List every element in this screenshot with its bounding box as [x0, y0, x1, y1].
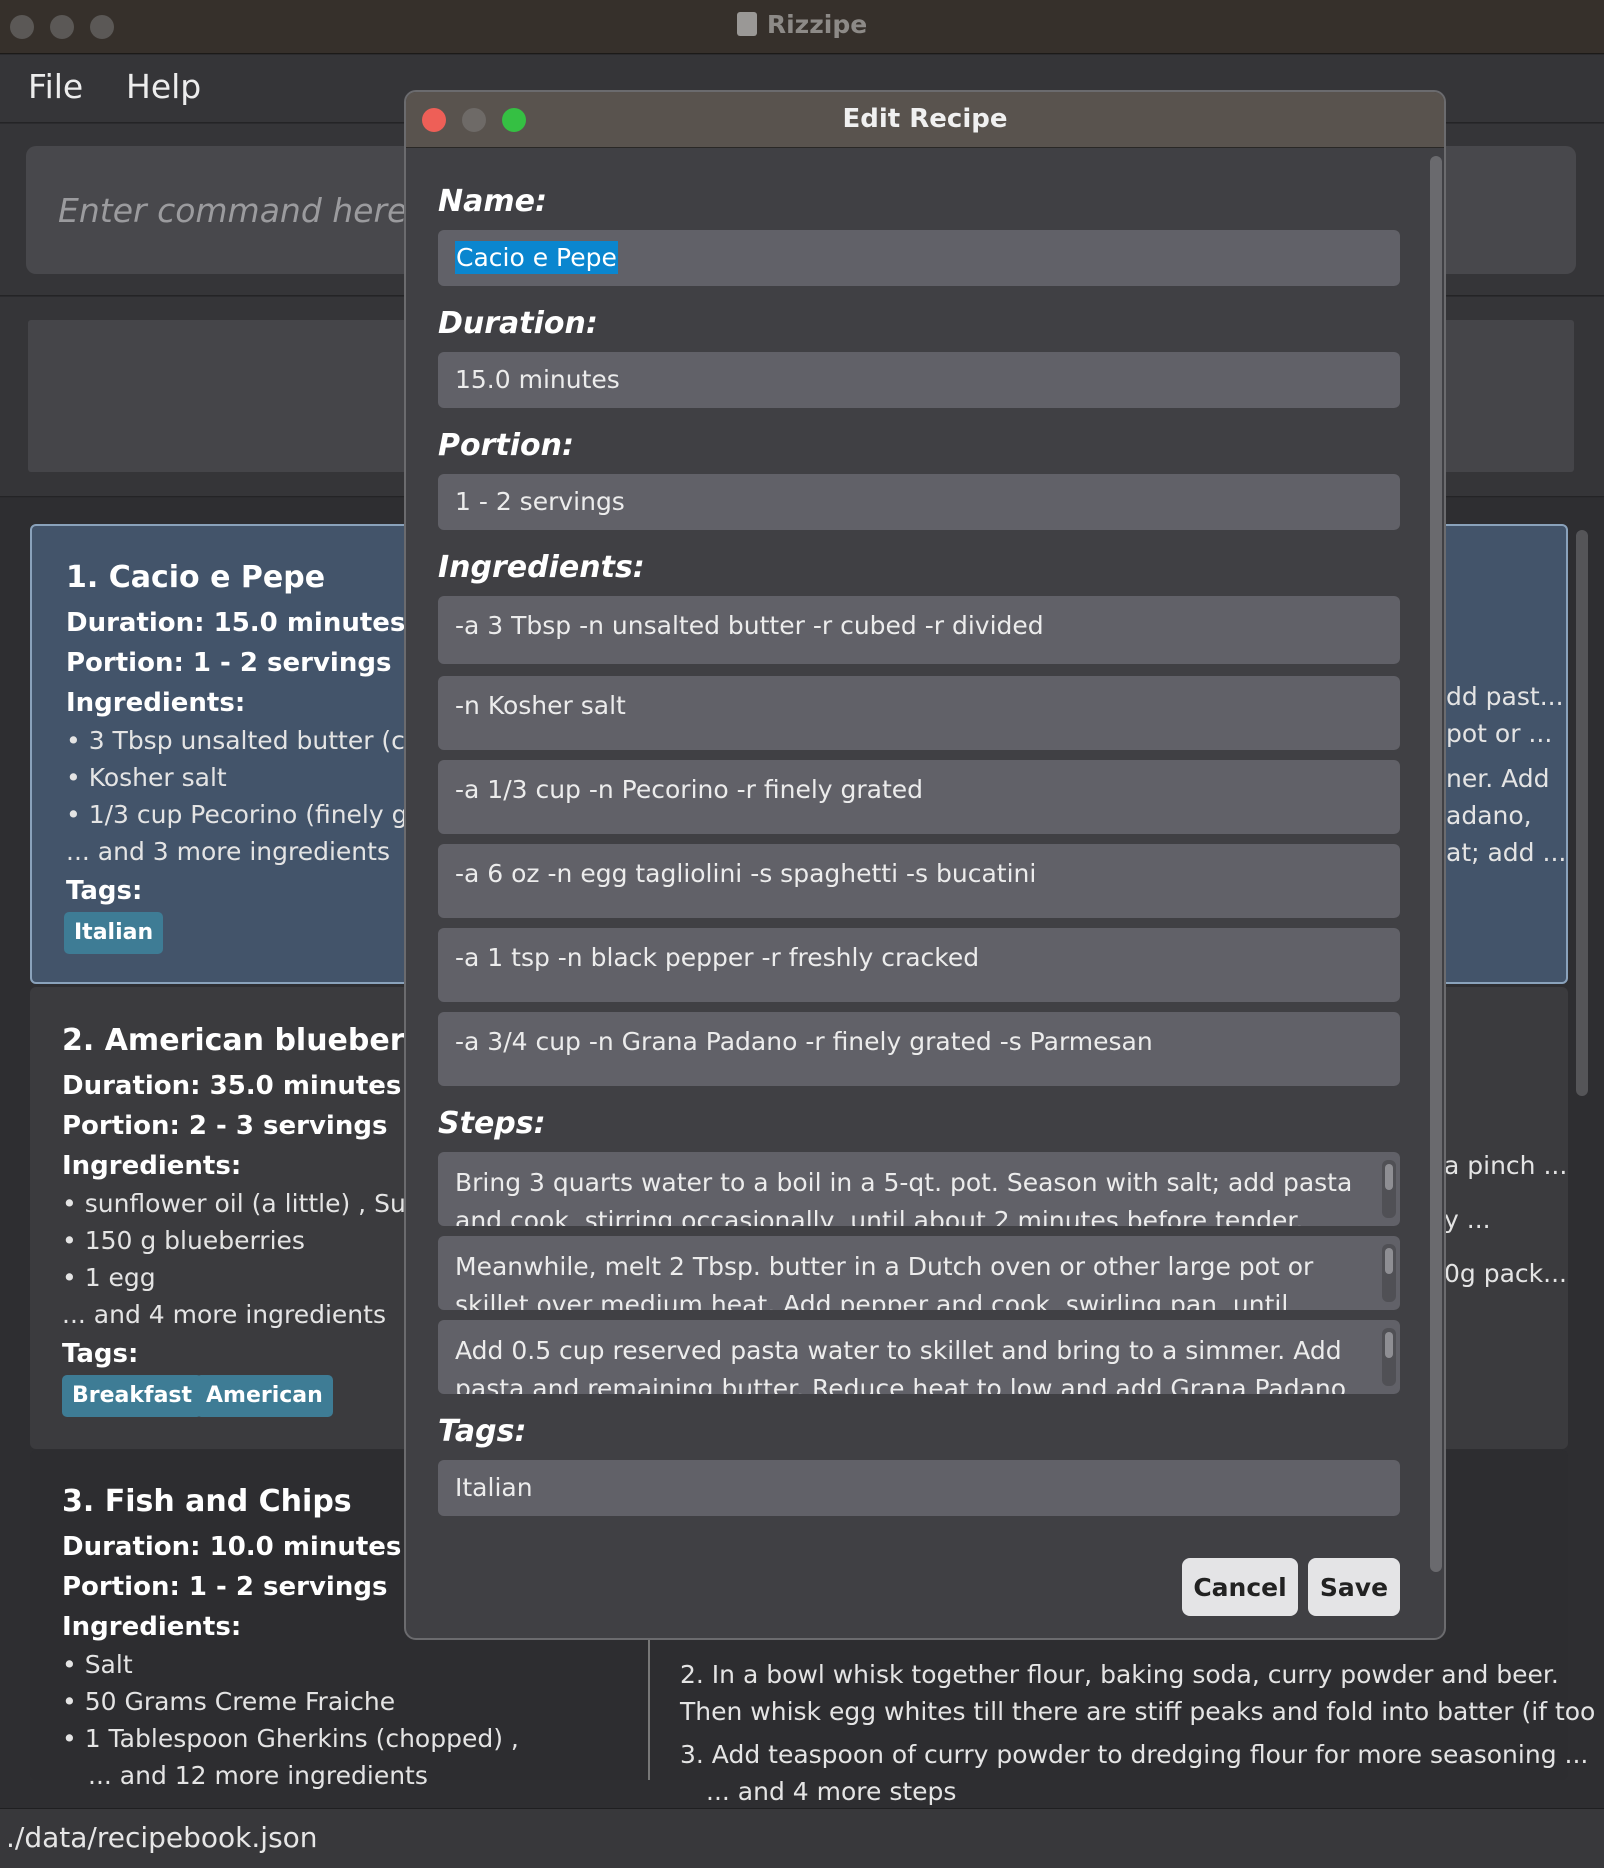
menu-help[interactable]: Help: [126, 67, 201, 106]
recipe-title: 1. Cacio e Pepe: [66, 560, 326, 595]
ingredient-item: • Salt: [62, 1650, 133, 1679]
recipe-portion: Portion: 2 - 3 servings: [62, 1111, 388, 1141]
app-title-text: Rizzipe: [766, 10, 868, 39]
step-snippet: dd past...: [1446, 682, 1564, 711]
step-text: 2. In a bowl whisk together flour, bakin…: [680, 1660, 1559, 1689]
step-snippet: pot or ...: [1446, 719, 1553, 748]
step-text: Then whisk egg whites till there are sti…: [680, 1697, 1604, 1726]
step-text: Add 0.5 cup reserved pasta water to skil…: [455, 1336, 1355, 1394]
step-text: 3. Add teaspoon of curry powder to dredg…: [680, 1740, 1589, 1769]
edit-recipe-dialog: Edit Recipe Name: Cacio e Pepe Duration:…: [404, 90, 1446, 1640]
recipe-ingredients-label: Ingredients:: [62, 1151, 242, 1181]
step-snippet: 0g pack...: [1444, 1259, 1567, 1288]
recipe-duration: Duration: 10.0 minutes: [62, 1532, 402, 1562]
portion-label: Portion:: [438, 428, 574, 463]
ingredients-more: ... and 3 more ingredients: [66, 837, 390, 866]
ingredient-field[interactable]: -a 3 Tbsp -n unsalted butter -r cubed -r…: [438, 596, 1400, 664]
step-snippet: at; add ...: [1446, 838, 1567, 867]
name-field[interactable]: Cacio e Pepe: [438, 230, 1400, 286]
ingredient-item: • 3 Tbsp unsalted butter (cub: [66, 726, 437, 755]
recipe-portion: Portion: 1 - 2 servings: [62, 1572, 388, 1602]
step-scrollbar[interactable]: [1382, 1328, 1396, 1386]
ingredient-item: • 150 g blueberries: [62, 1226, 305, 1255]
tag-badge: American: [196, 1375, 333, 1417]
step-field[interactable]: Bring 3 quarts water to a boil in a 5-qt…: [438, 1152, 1400, 1226]
recipe-ingredients-label: Ingredients:: [66, 688, 246, 718]
step-field[interactable]: Meanwhile, melt 2 Tbsp. butter in a Dutc…: [438, 1236, 1400, 1310]
cancel-button[interactable]: Cancel: [1182, 1558, 1298, 1616]
portion-field[interactable]: 1 - 2 servings: [438, 474, 1400, 530]
step-snippet: y ...: [1444, 1205, 1491, 1234]
recipe-duration: Duration: 15.0 minutes: [66, 608, 406, 638]
step-field[interactable]: Add 0.5 cup reserved pasta water to skil…: [438, 1320, 1400, 1394]
ingredient-field[interactable]: -a 3/4 cup -n Grana Padano -r finely gra…: [438, 1012, 1400, 1086]
step-text: Meanwhile, melt 2 Tbsp. butter in a Dutc…: [455, 1252, 1314, 1310]
card-divider: [648, 1640, 650, 1780]
tags-field[interactable]: Italian: [438, 1460, 1400, 1516]
recipe-tags-label: Tags:: [62, 1339, 139, 1369]
steps-label: Steps:: [438, 1106, 546, 1141]
ingredient-item: • 1 Tablespoon Gherkins (chopped) ,: [62, 1724, 519, 1753]
ingredient-item: • 1 egg: [62, 1263, 156, 1292]
ingredient-field[interactable]: -a 1 tsp -n black pepper -r freshly crac…: [438, 928, 1400, 1002]
status-bar: ./data/recipebook.json: [0, 1808, 1604, 1868]
ingredient-item: • 1/3 cup Pecorino (finely gra: [66, 800, 434, 829]
ingredient-field[interactable]: -a 6 oz -n egg tagliolini -s spaghetti -…: [438, 844, 1400, 918]
step-snippet: adano,: [1446, 801, 1532, 830]
recipe-tags-label: Tags:: [66, 876, 143, 906]
menu-file[interactable]: File: [28, 67, 83, 106]
ingredient-field[interactable]: -n Kosher salt: [438, 676, 1400, 750]
ingredients-label: Ingredients:: [438, 550, 645, 585]
recipe-book-icon: [736, 12, 757, 36]
ingredient-item: • sunflower oil (a little) , Subs: [62, 1189, 435, 1218]
duration-field[interactable]: 15.0 minutes: [438, 352, 1400, 408]
recipe-duration: Duration: 35.0 minutes: [62, 1071, 402, 1101]
recipe-ingredients-label: Ingredients:: [62, 1612, 242, 1642]
ingredients-more: ... and 4 more ingredients: [62, 1300, 386, 1329]
dialog-scrollbar[interactable]: [1430, 156, 1442, 1572]
tags-label: Tags:: [438, 1414, 527, 1449]
ingredient-item: • 50 Grams Creme Fraiche: [62, 1687, 396, 1716]
save-button[interactable]: Save: [1308, 1558, 1400, 1616]
tag-badge: Breakfast: [62, 1375, 203, 1417]
recipe-list-scrollbar[interactable]: [1576, 530, 1588, 1096]
recipe-title: 2. American blueberry: [62, 1023, 439, 1058]
step-scrollbar[interactable]: [1382, 1244, 1396, 1302]
step-snippet: a pinch ...: [1444, 1151, 1568, 1180]
main-title-bar: Rizzipe: [0, 0, 1604, 54]
file-path: ./data/recipebook.json: [6, 1821, 318, 1854]
name-label: Name:: [438, 184, 547, 219]
recipe-title: 3. Fish and Chips: [62, 1484, 352, 1519]
duration-label: Duration:: [438, 306, 598, 341]
step-scrollbar[interactable]: [1382, 1160, 1396, 1218]
ingredient-item: • Kosher salt: [66, 763, 227, 792]
step-snippet: ner. Add: [1446, 764, 1550, 793]
app-title: Rizzipe: [0, 10, 1604, 39]
recipe-portion: Portion: 1 - 2 servings: [66, 648, 392, 678]
step-text: Bring 3 quarts water to a boil in a 5-qt…: [455, 1168, 1353, 1226]
ingredients-more: ... and 12 more ingredients: [88, 1761, 428, 1790]
ingredient-field[interactable]: -a 1/3 cup -n Pecorino -r finely grated: [438, 760, 1400, 834]
tag-badge: Italian: [64, 912, 164, 954]
dialog-title: Edit Recipe: [842, 104, 1008, 134]
name-field-selection: Cacio e Pepe: [455, 241, 618, 274]
dialog-title-bar: Edit Recipe: [406, 92, 1444, 148]
steps-more: ... and 4 more steps: [706, 1777, 957, 1806]
